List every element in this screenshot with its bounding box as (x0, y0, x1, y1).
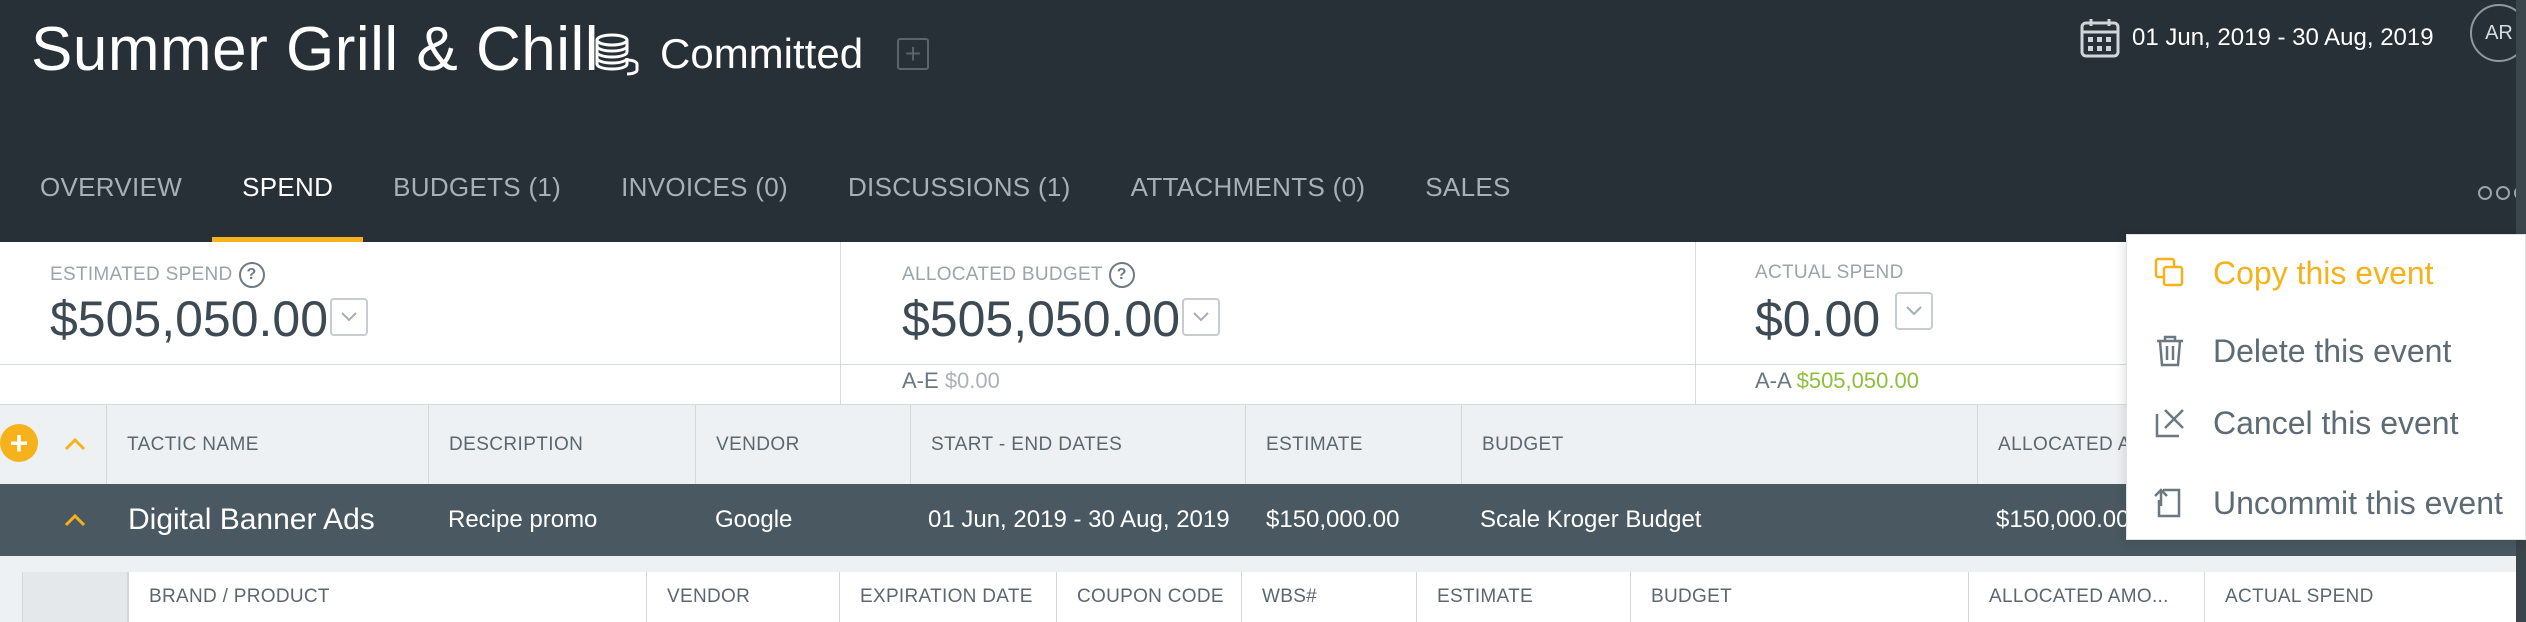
actual-spend-label: ACTUAL SPEND (1755, 262, 1904, 283)
row-allocated: $150,000.00 (1996, 506, 2130, 533)
tab-budgets[interactable]: BUDGETS (1) (363, 160, 591, 242)
copy-icon (2154, 257, 2184, 287)
tab-discussions[interactable]: DISCUSSIONS (1) (818, 160, 1101, 242)
date-range-text: 01 Jun, 2019 - 30 Aug, 2019 (2132, 24, 2434, 51)
subcol-actual-spend[interactable]: ACTUAL SPEND (2204, 572, 2516, 622)
col-allocated[interactable]: ALLOCATED A (1977, 405, 2130, 485)
actual-dropdown-button[interactable] (1895, 292, 1933, 330)
menu-uncommit-label: Uncommit this event (2213, 484, 2503, 521)
menu-delete-event[interactable]: Delete this event (2127, 321, 2526, 381)
subcol-coupon-code[interactable]: COUPON CODE (1056, 572, 1241, 622)
row-description: Recipe promo (448, 506, 598, 533)
row-budget: Scale Kroger Budget (1480, 506, 1702, 533)
subcol-expiration-date[interactable]: EXPIRATION DATE (839, 572, 1056, 622)
allocated-help-icon[interactable]: ? (1108, 262, 1135, 288)
actual-spend-amount: $0.00 (1755, 291, 1881, 347)
menu-cancel-event[interactable]: Cancel this event (2127, 393, 2526, 453)
col-dates[interactable]: START - END DATES (910, 405, 1245, 485)
add-tactic-button[interactable]: + (0, 424, 38, 462)
allocated-budget-panel: ALLOCATED BUDGET ? $505,050.00 A-E $0.00 (840, 242, 1695, 404)
estimated-spend-amount: $505,050.00 (50, 291, 329, 347)
row-dates: 01 Jun, 2019 - 30 Aug, 2019 (928, 506, 1230, 533)
collapse-row-icon[interactable] (64, 513, 86, 527)
chevron-down-icon (1193, 312, 1209, 322)
chevron-down-icon (1906, 306, 1922, 316)
coins-icon (595, 33, 639, 76)
subcol-brand-product[interactable]: BRAND / PRODUCT (128, 572, 646, 622)
tab-sales[interactable]: SALES (1395, 160, 1540, 242)
tab-spend[interactable]: SPEND (212, 160, 364, 242)
col-estimate[interactable]: ESTIMATE (1245, 405, 1461, 485)
subcol-estimate[interactable]: ESTIMATE (1416, 572, 1630, 622)
collapse-all-icon[interactable] (64, 437, 86, 451)
allocated-dropdown-button[interactable] (1182, 298, 1220, 336)
tab-overview[interactable]: OVERVIEW (0, 160, 212, 242)
subcol-vendor[interactable]: VENDOR (646, 572, 839, 622)
cancel-icon (2155, 409, 2184, 438)
col-vendor[interactable]: VENDOR (695, 405, 910, 485)
add-status-button[interactable]: + (897, 38, 930, 70)
subcol-wbs[interactable]: WBS# (1241, 572, 1416, 622)
event-actions-menu: Copy this event Delete this event Cancel… (2126, 234, 2526, 540)
calendar-icon (2080, 19, 2120, 58)
col-description[interactable]: DESCRIPTION (428, 405, 695, 485)
event-title: Summer Grill & Chill (31, 15, 600, 84)
subcol-allocated-amount[interactable]: ALLOCATED AMO... (1968, 572, 2204, 622)
uncommit-icon (2154, 488, 2181, 518)
row-estimate: $150,000.00 (1266, 506, 1400, 533)
line-items-header: BRAND / PRODUCT VENDOR EXPIRATION DATE C… (0, 556, 2526, 622)
menu-copy-event[interactable]: Copy this event (2127, 243, 2526, 303)
menu-copy-label: Copy this event (2213, 254, 2434, 291)
estimated-spend-label: ESTIMATED SPEND (50, 264, 233, 285)
allocated-budget-amount: $505,050.00 (902, 291, 1181, 347)
estimated-spend-panel: ESTIMATED SPEND ? $505,050.00 (0, 242, 840, 404)
event-status: Committed + (592, 30, 930, 78)
col-budget[interactable]: BUDGET (1461, 405, 1977, 485)
row-tactic-name: Digital Banner Ads (128, 503, 375, 536)
event-date-range[interactable]: 01 Jun, 2019 - 30 Aug, 2019 (2078, 16, 2434, 60)
menu-cancel-label: Cancel this event (2213, 404, 2459, 441)
estimated-dropdown-button[interactable] (330, 298, 368, 336)
tab-attachments[interactable]: ATTACHMENTS (0) (1101, 160, 1396, 242)
allocated-minus-actual: A-A $505,050.00 (1755, 368, 1919, 393)
allocated-budget-label: ALLOCATED BUDGET (902, 264, 1103, 285)
event-header: Summer Grill & Chill Committed + 01 Jun,… (0, 0, 2526, 242)
sub-header-indent (22, 572, 128, 622)
chevron-down-icon (341, 312, 357, 322)
row-vendor: Google (715, 506, 793, 533)
status-text: Committed (660, 30, 864, 77)
subcol-budget[interactable]: BUDGET (1630, 572, 1968, 622)
trash-icon (2157, 335, 2183, 367)
tab-invoices[interactable]: INVOICES (0) (591, 160, 818, 242)
menu-delete-label: Delete this event (2213, 332, 2452, 369)
col-tactic-name[interactable]: TACTIC NAME (106, 405, 428, 485)
allocated-minus-estimated: A-E $0.00 (902, 368, 1000, 393)
estimated-help-icon[interactable]: ? (238, 262, 265, 288)
actual-spend-panel: ACTUAL SPEND $0.00 A-A $505,050.00 (1695, 242, 2126, 404)
event-tabs: OVERVIEW SPEND BUDGETS (1) INVOICES (0) … (0, 160, 1541, 242)
menu-uncommit-event[interactable]: Uncommit this event (2127, 473, 2526, 533)
